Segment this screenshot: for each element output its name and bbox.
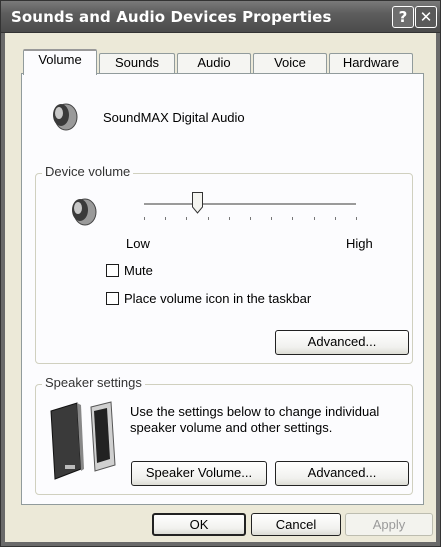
mute-label: Mute	[124, 263, 153, 278]
volume-slider-track[interactable]	[144, 203, 356, 206]
slider-tick	[292, 217, 294, 220]
mute-checkbox[interactable]	[106, 264, 119, 277]
speaker-icon	[53, 103, 78, 131]
device-volume-group-label: Device volume	[42, 164, 134, 179]
speakers-icon	[50, 401, 116, 480]
dialog-window: Sounds and Audio Devices Properties ? ✕ …	[0, 0, 441, 547]
window-frame-right	[436, 33, 440, 546]
speaker-volume-button[interactable]: Speaker Volume...	[131, 461, 267, 486]
ok-button[interactable]: OK	[152, 513, 246, 536]
taskbar-icon-label: Place volume icon in the taskbar	[124, 291, 312, 306]
volume-low-label: Low	[126, 236, 150, 251]
device-advanced-button[interactable]: Advanced...	[275, 330, 409, 355]
device-name: SoundMAX Digital Audio	[103, 110, 245, 125]
volume-high-label: High	[346, 236, 373, 251]
slider-tick	[313, 217, 315, 220]
help-button[interactable]: ?	[392, 6, 414, 28]
volume-tab-panel: SoundMAX Digital Audio Device volume Low…	[21, 73, 424, 505]
tab-sounds[interactable]: Sounds	[99, 53, 175, 73]
tab-volume[interactable]: Volume	[23, 49, 97, 75]
slider-tick	[334, 217, 336, 220]
window-title: Sounds and Audio Devices Properties	[11, 8, 332, 26]
tab-hardware[interactable]: Hardware	[329, 53, 413, 73]
taskbar-icon-checkbox[interactable]	[106, 292, 119, 305]
slider-tick	[165, 217, 167, 220]
slider-tick	[228, 217, 230, 220]
slider-tick	[271, 217, 273, 220]
window-frame-left	[1, 33, 5, 546]
close-button[interactable]: ✕	[415, 6, 437, 28]
slider-tick	[144, 217, 145, 220]
slider-tick	[250, 217, 251, 220]
window-frame-bottom	[1, 542, 440, 546]
speaker-advanced-button[interactable]: Advanced...	[275, 461, 409, 486]
slider-tick	[207, 217, 209, 220]
speaker-settings-description: Use the settings below to change individ…	[130, 404, 380, 435]
slider-tick	[186, 217, 188, 220]
volume-speaker-icon	[72, 198, 97, 226]
tab-audio[interactable]: Audio	[177, 53, 251, 73]
volume-slider-thumb[interactable]	[192, 192, 203, 214]
tab-voice[interactable]: Voice	[253, 53, 327, 73]
title-bar[interactable]: Sounds and Audio Devices Properties ? ✕	[1, 1, 440, 33]
slider-tick	[356, 217, 357, 220]
cancel-button[interactable]: Cancel	[251, 513, 341, 536]
speaker-settings-group-label: Speaker settings	[42, 375, 145, 390]
apply-button[interactable]: Apply	[345, 513, 433, 536]
